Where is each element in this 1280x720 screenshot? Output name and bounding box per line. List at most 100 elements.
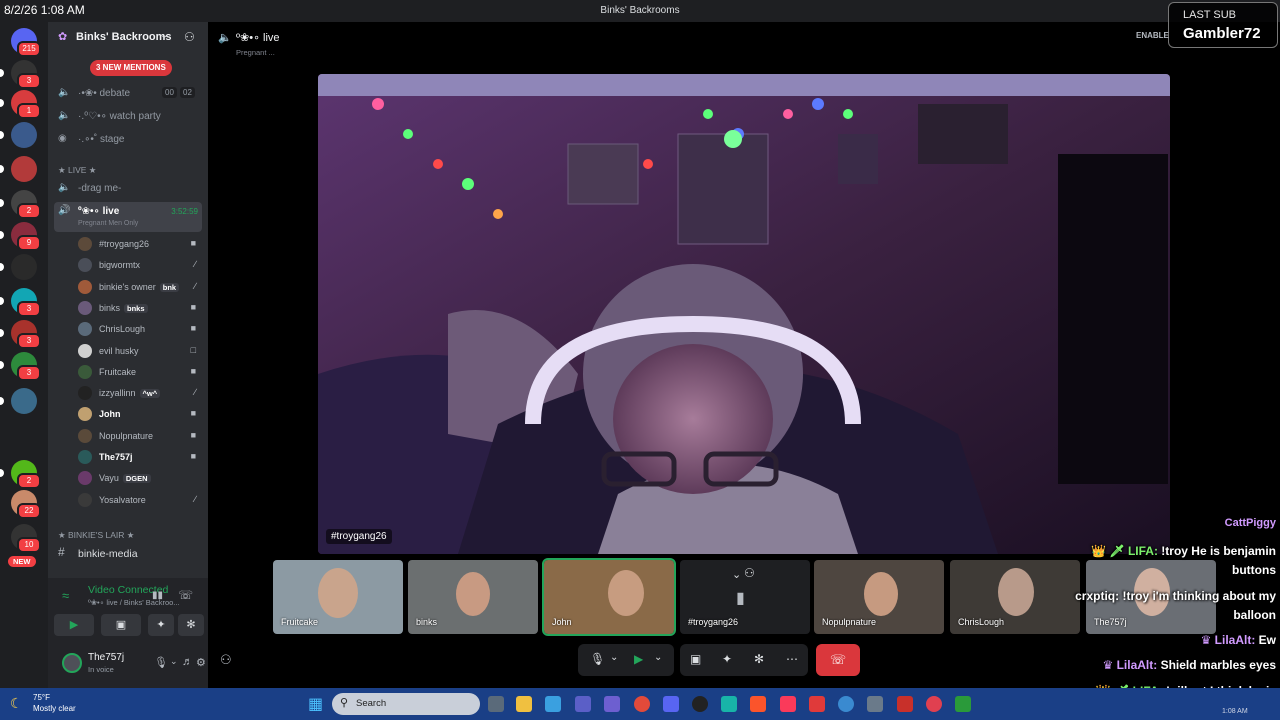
chevron-down-icon[interactable]: ⌄ xyxy=(654,652,662,663)
participant-tile[interactable]: Fruitcake xyxy=(273,560,403,634)
category-binkies-lair[interactable]: ★ BINKIE'S LAIR ★ xyxy=(58,530,134,541)
unread-indicator xyxy=(0,469,4,477)
disconnect-icon[interactable]: ☏ xyxy=(178,588,193,602)
weather-temp[interactable]: 75°F xyxy=(33,693,50,702)
voice-user[interactable]: ChrisLough ■ xyxy=(78,319,200,339)
help-icon[interactable] xyxy=(838,696,854,712)
chevron-down-icon[interactable]: ⌄ xyxy=(170,656,178,667)
server-2-icon[interactable]: 1 xyxy=(11,90,41,119)
chat-partial-message: CattPiggy xyxy=(1224,517,1276,529)
voice-user[interactable]: The757j ■ xyxy=(78,447,200,467)
user-name[interactable]: The757j xyxy=(88,652,124,663)
participant-name: ChrisLough xyxy=(958,617,1005,627)
screen-share-icon[interactable]: ▣ xyxy=(690,652,701,666)
gear-icon[interactable]: ⚙ xyxy=(196,656,206,669)
teams-icon[interactable] xyxy=(575,696,591,712)
server-1-icon[interactable]: 3 xyxy=(11,60,41,89)
participant-tile[interactable]: binks xyxy=(408,560,538,634)
voice-user[interactable]: izzyallinn ^w^ ∕ xyxy=(78,383,200,403)
category-live[interactable]: ★ LIVE ★ xyxy=(58,165,96,176)
server-header[interactable]: ✿ Binks' Backrooms ⌄ ⚇ xyxy=(48,22,208,52)
server-14-icon[interactable]: 10 xyxy=(11,524,41,553)
file-explorer-icon[interactable] xyxy=(516,696,532,712)
soundboard-icon[interactable]: ✻ xyxy=(754,652,764,666)
server-4-icon[interactable] xyxy=(11,156,37,182)
discord-icon[interactable] xyxy=(663,696,679,712)
unread-badge: 22 xyxy=(17,503,41,519)
app-icon-2[interactable] xyxy=(721,696,737,712)
more-options-icon[interactable]: ⋯ xyxy=(786,652,798,666)
main-video-stream[interactable]: #troygang26 xyxy=(318,74,1170,554)
speaker-active-icon: 🔊 xyxy=(58,205,71,216)
leave-call-button[interactable]: ☏ xyxy=(816,644,860,676)
new-unreads-badge[interactable]: NEW xyxy=(8,556,36,567)
headphones-icon[interactable]: ♬ xyxy=(182,656,193,668)
weather-desc[interactable]: Mostly clear xyxy=(33,704,76,713)
enable-button[interactable]: ENABLE xyxy=(1136,31,1169,40)
unread-badge: 3 xyxy=(17,301,41,317)
server-11-icon[interactable] xyxy=(11,388,37,414)
server-7-icon[interactable] xyxy=(11,254,37,280)
obs-icon[interactable] xyxy=(692,696,708,712)
brave-icon[interactable] xyxy=(750,696,766,712)
chrome-icon[interactable] xyxy=(634,696,650,712)
app-icon-3[interactable] xyxy=(809,696,825,712)
server-12-icon[interactable]: 2 xyxy=(11,460,41,489)
voice-connected-channel[interactable]: º❀•∘ live / Binks' Backroo... xyxy=(88,598,180,607)
channel-binkie-media[interactable]: # binkie-media xyxy=(54,544,202,564)
app-icon-5[interactable] xyxy=(897,696,913,712)
voice-user[interactable]: Yosalvatore ∕ xyxy=(78,490,200,510)
channel-live[interactable]: 🔊 º❀•∘ live Pregnant Men Only 3:52:59 xyxy=(54,202,202,232)
windows-start-icon[interactable]: ▦ xyxy=(308,694,323,714)
channel-stage[interactable]: ◉ ·.∘•˚ stage xyxy=(54,130,202,150)
invite-icon[interactable]: ⚇ xyxy=(220,652,232,668)
microphone-icon[interactable]: 🎙 xyxy=(590,652,605,666)
activities-button[interactable]: ✦ xyxy=(148,614,174,636)
activities-icon[interactable]: ✦ xyxy=(722,652,732,666)
voice-user[interactable]: binkie's owner bnk ∕ xyxy=(78,277,200,297)
server-5-icon[interactable]: 2 xyxy=(11,190,41,219)
voice-user[interactable]: #troygang26 ■ xyxy=(78,234,200,254)
add-member-icon[interactable]: ⚇ xyxy=(184,30,195,44)
app-icon[interactable] xyxy=(604,696,620,712)
participant-tile[interactable]: John xyxy=(542,558,676,636)
new-mentions-badge[interactable]: 3 NEW MENTIONS xyxy=(90,60,172,76)
voice-user[interactable]: bigwormtx ∕ xyxy=(78,255,200,275)
channel-label: º❀•∘ live xyxy=(78,206,120,217)
xbox-icon[interactable] xyxy=(955,696,971,712)
avatar[interactable] xyxy=(62,653,82,673)
taskbar-search[interactable]: ⚲ Search xyxy=(332,693,480,715)
channel-watch-party[interactable]: 🔈 ·.⁰♡•∘ watch party xyxy=(54,107,202,127)
channel-drag-me[interactable]: 🔈 -drag me- xyxy=(54,179,202,199)
server-6-icon[interactable]: 9 xyxy=(11,222,41,251)
participant-tile[interactable]: Nopulpnature xyxy=(814,560,944,634)
sound-bars-icon[interactable]: ▮▮ xyxy=(152,590,163,601)
server-8-icon[interactable]: 3 xyxy=(11,288,41,317)
channel-debate[interactable]: 🔈 ·•❀• debate 00 02 xyxy=(54,84,202,104)
microphone-icon[interactable]: 🎙 xyxy=(154,656,168,669)
voice-user[interactable]: Vayu DGEN xyxy=(78,468,200,488)
soundboard-button[interactable]: ✻ xyxy=(178,614,204,636)
music-icon[interactable] xyxy=(780,696,796,712)
server-3-icon[interactable] xyxy=(11,122,37,148)
participant-tile[interactable]: ChrisLough xyxy=(950,560,1080,634)
app-icon-6[interactable] xyxy=(926,696,942,712)
app-icon-4[interactable] xyxy=(867,696,883,712)
task-view-icon[interactable] xyxy=(488,696,504,712)
server-9-icon[interactable]: 3 xyxy=(11,320,41,349)
discord-home-icon[interactable]: 215 xyxy=(11,28,41,57)
voice-user[interactable]: John ■ xyxy=(78,404,200,424)
server-10-icon[interactable]: 3 xyxy=(11,352,41,381)
participant-tile[interactable]: ⌄ ⚇ ▮ #troygang26 xyxy=(680,560,810,634)
screen-share-button[interactable]: ▣ xyxy=(101,614,141,636)
camera-button[interactable]: ▶ xyxy=(54,614,94,636)
copilot-icon[interactable] xyxy=(545,696,561,712)
taskbar-clock[interactable]: 1:08 AM xyxy=(1222,708,1248,715)
camera-icon[interactable]: ▶ xyxy=(634,652,643,666)
chevron-down-icon[interactable]: ⌄ xyxy=(610,652,618,663)
voice-user[interactable]: evil husky □ xyxy=(78,341,200,361)
server-13-icon[interactable]: 22 xyxy=(11,490,41,519)
voice-user[interactable]: Nopulpnature ■ xyxy=(78,426,200,446)
voice-user[interactable]: binks bnks ■ xyxy=(78,298,200,318)
voice-user[interactable]: Fruitcake ■ xyxy=(78,362,200,382)
